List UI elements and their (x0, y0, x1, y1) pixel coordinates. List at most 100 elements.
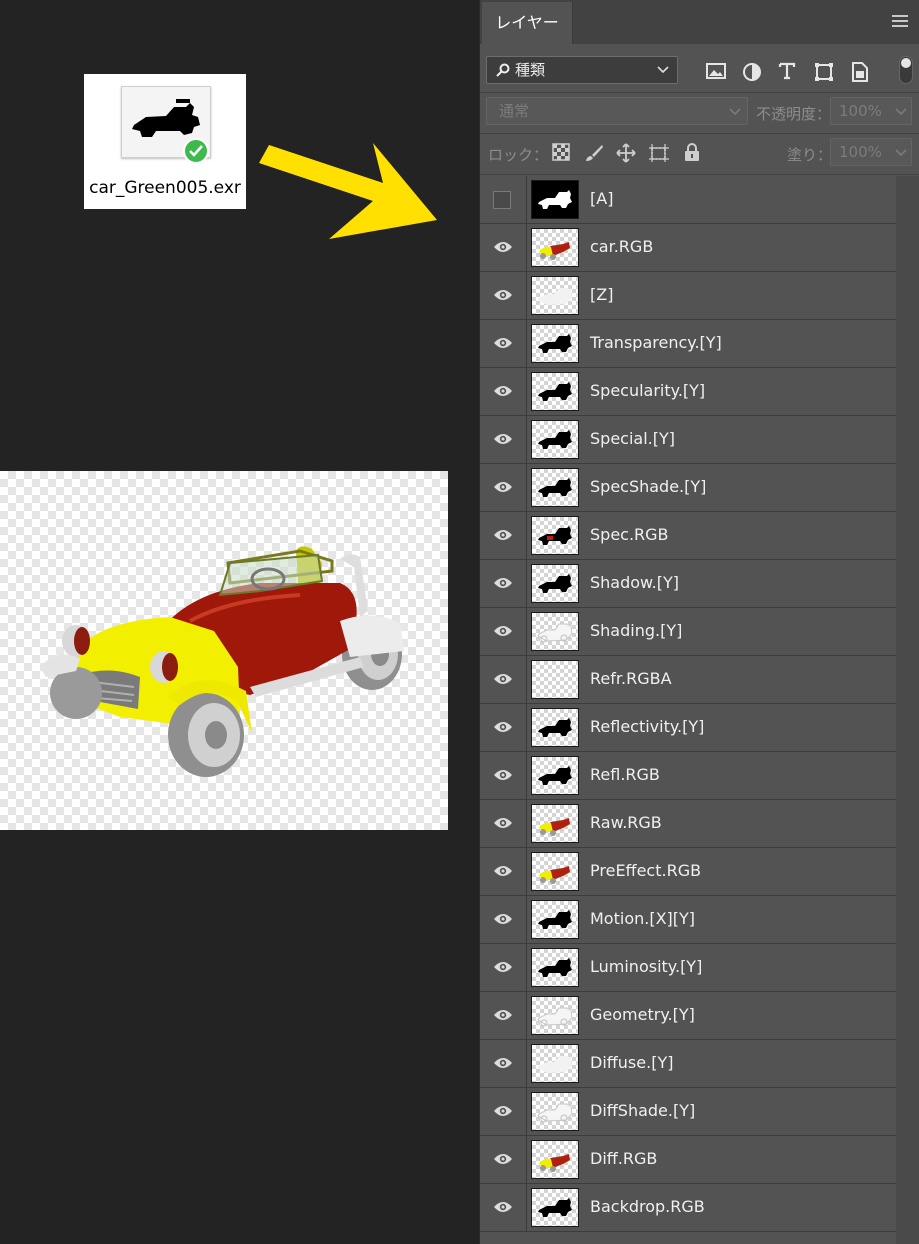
layer-visibility-toggle[interactable] (480, 800, 527, 847)
fill-field[interactable]: 100% (830, 138, 912, 166)
filter-toggle[interactable] (899, 56, 913, 84)
layer-name: Transparency.[Y] (590, 333, 722, 352)
layer-row[interactable]: SpecShade.[Y] (480, 464, 896, 512)
layer-row[interactable]: PreEffect.RGB (480, 848, 896, 896)
layer-visibility-toggle[interactable] (480, 464, 527, 511)
car-outline-icon (537, 623, 573, 643)
layer-thumbnail (531, 900, 579, 939)
layer-visibility-toggle[interactable] (480, 1088, 527, 1135)
filter-kind-select[interactable]: 種類 (486, 56, 678, 84)
adjustment-filter-icon[interactable] (742, 62, 764, 84)
layer-visibility-toggle[interactable] (480, 176, 527, 223)
file-icon[interactable]: car_Green005.exr (84, 74, 246, 209)
layer-row[interactable]: Spec.RGB (480, 512, 896, 560)
hamburger-menu-icon[interactable] (892, 15, 908, 27)
car-silhouette-icon (538, 766, 572, 785)
layer-row[interactable]: Backdrop.RGB (480, 1184, 896, 1232)
layer-row[interactable]: [Z] (480, 272, 896, 320)
layer-visibility-toggle[interactable] (480, 752, 527, 799)
eye-icon (494, 1058, 512, 1068)
blend-mode-select[interactable]: 通常 (486, 97, 748, 125)
layer-visibility-toggle[interactable] (480, 368, 527, 415)
eye-icon (494, 962, 512, 972)
car-silhouette-icon (538, 1198, 572, 1217)
layer-row[interactable]: Diffuse.[Y] (480, 1040, 896, 1088)
layer-row[interactable]: Motion.[X][Y] (480, 896, 896, 944)
layer-thumbnail (531, 276, 579, 315)
type-filter-icon[interactable] (778, 62, 800, 84)
layer-row[interactable]: Specularity.[Y] (480, 368, 896, 416)
layer-row[interactable]: Shading.[Y] (480, 608, 896, 656)
layer-row[interactable]: Geometry.[Y] (480, 992, 896, 1040)
layers-scrollbar[interactable] (896, 176, 919, 1244)
layer-visibility-toggle[interactable] (480, 704, 527, 751)
layer-visibility-toggle[interactable] (480, 608, 527, 655)
layer-name: Specularity.[Y] (590, 381, 706, 400)
tab-layers[interactable]: レイヤー (482, 2, 573, 44)
eye-icon (494, 386, 512, 396)
chevron-down-icon (895, 108, 907, 116)
layer-row[interactable]: Transparency.[Y] (480, 320, 896, 368)
layer-name: Refr.RGBA (590, 669, 672, 688)
layers-list: [A] car.RGB [Z] Transparency.[Y] Specularity… (480, 176, 896, 1232)
opacity-field[interactable]: 100% (830, 97, 912, 125)
lock-label: ロック： (488, 146, 549, 164)
layer-visibility-toggle[interactable] (480, 512, 527, 559)
layer-thumbnail (531, 612, 579, 651)
layer-row[interactable]: Diff.RGB (480, 1136, 896, 1184)
lock-all-icon[interactable] (684, 143, 700, 161)
layer-thumbnail (531, 1140, 579, 1179)
lock-artboard-icon[interactable] (648, 143, 670, 163)
eye-icon (494, 530, 512, 540)
layer-visibility-toggle[interactable] (480, 656, 527, 703)
image-filter-icon[interactable] (706, 62, 728, 84)
layer-row[interactable]: DiffShade.[Y] (480, 1088, 896, 1136)
eye-icon (494, 770, 512, 780)
layer-visibility-toggle[interactable] (480, 224, 527, 271)
eye-icon (494, 578, 512, 588)
layer-name: SpecShade.[Y] (590, 477, 707, 496)
layer-thumbnail (531, 660, 579, 699)
eye-icon (494, 1106, 512, 1116)
car-render-image (40, 546, 404, 777)
eye-icon (494, 482, 512, 492)
layer-visibility-toggle[interactable] (480, 896, 527, 943)
lock-position-icon[interactable] (616, 143, 636, 163)
chevron-down-icon (895, 149, 907, 157)
layer-row[interactable]: car.RGB (480, 224, 896, 272)
layer-visibility-toggle[interactable] (480, 560, 527, 607)
car-silhouette-icon (538, 574, 572, 593)
layer-visibility-toggle[interactable] (480, 1136, 527, 1183)
layer-visibility-toggle[interactable] (480, 416, 527, 463)
car-outline-icon (537, 1007, 573, 1027)
opacity-label: 不透明度： (756, 105, 832, 123)
layer-visibility-toggle[interactable] (480, 320, 527, 367)
smart-object-filter-icon[interactable] (851, 62, 873, 84)
shape-filter-icon[interactable] (814, 62, 836, 84)
layer-visibility-toggle[interactable] (480, 272, 527, 319)
layer-name: [A] (590, 189, 614, 208)
layer-thumbnail (531, 420, 579, 459)
eye-icon (494, 338, 512, 348)
layer-name: Shading.[Y] (590, 621, 683, 640)
layer-name: Luminosity.[Y] (590, 957, 703, 976)
layer-row[interactable]: Refr.RGBA (480, 656, 896, 704)
layer-row[interactable]: Refl.RGB (480, 752, 896, 800)
layer-visibility-toggle[interactable] (480, 1184, 527, 1231)
layer-row[interactable]: Reflectivity.[Y] (480, 704, 896, 752)
eye-icon (494, 818, 512, 828)
layer-visibility-toggle[interactable] (480, 1040, 527, 1087)
layer-thumbnail (531, 948, 579, 987)
layer-visibility-toggle[interactable] (480, 944, 527, 991)
layer-visibility-toggle[interactable] (480, 992, 527, 1039)
lock-image-pixels-icon[interactable] (584, 143, 604, 163)
lock-transparent-pixels-icon[interactable] (552, 143, 570, 161)
layer-row[interactable]: [A] (480, 176, 896, 224)
layer-visibility-toggle[interactable] (480, 848, 527, 895)
layer-row[interactable]: Raw.RGB (480, 800, 896, 848)
layer-row[interactable]: Special.[Y] (480, 416, 896, 464)
layer-row[interactable]: Luminosity.[Y] (480, 944, 896, 992)
layer-row[interactable]: Shadow.[Y] (480, 560, 896, 608)
layer-thumbnail (531, 1188, 579, 1227)
layer-name: [Z] (590, 285, 614, 304)
